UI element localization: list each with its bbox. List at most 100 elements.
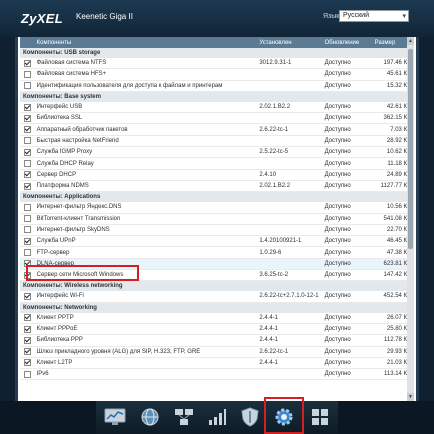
component-checkbox[interactable]	[24, 215, 31, 223]
scrollbar-thumb[interactable]	[408, 49, 413, 249]
component-status: Доступно	[321, 80, 372, 92]
component-row[interactable]: FTP-сервер 1.0.29-6 Доступно 47.38 КБ	[20, 246, 414, 259]
component-name: Быстрая настройка NetFriend	[33, 135, 257, 148]
component-row[interactable]: Интерфейс USB 2.02.1.B2.2 Доступно 42.61 КБ	[20, 101, 414, 114]
group-title: Компоненты: Base system	[20, 91, 414, 102]
component-row[interactable]: BitTorrent-клиент Transmission Доступно 54…	[20, 213, 414, 225]
component-version: 2.6.22-tc+2.7.1.0-12-1	[256, 291, 322, 303]
network-computers-icon[interactable]	[172, 405, 196, 429]
checkbox-cell	[20, 112, 34, 125]
component-checkbox[interactable]	[24, 82, 31, 90]
globe-icon[interactable]	[138, 405, 162, 429]
checkbox-cell	[20, 246, 34, 259]
component-checkbox[interactable]	[24, 126, 31, 134]
component-status: Доступно	[321, 101, 372, 114]
component-checkbox[interactable]	[24, 59, 31, 67]
checkbox-cell	[20, 123, 34, 136]
group-title: Компоненты: USB storage	[20, 48, 414, 58]
component-row[interactable]: Быстрая настройка NetFriend Доступно 28.92…	[20, 135, 414, 148]
component-checkbox[interactable]	[24, 314, 31, 322]
scroll-up-arrow-icon[interactable]: ▲	[407, 37, 414, 45]
component-row[interactable]: Сервер DHCP 2.4.10 Доступно 24.89 КБ	[20, 169, 414, 181]
component-name: Платформа NDMS	[33, 180, 257, 193]
checkbox-cell	[20, 58, 34, 70]
component-checkbox[interactable]	[24, 336, 31, 344]
component-status: Доступно	[321, 202, 372, 214]
checkbox-cell	[20, 101, 34, 114]
component-checkbox[interactable]	[24, 182, 31, 190]
component-checkbox[interactable]	[24, 226, 31, 234]
component-row[interactable]: Служба UPnP 1.4.20100921-1 Доступно 46.45 К…	[20, 235, 414, 248]
component-checkbox[interactable]	[24, 325, 31, 333]
group-header-row: Компоненты: USB storage	[20, 48, 414, 58]
component-checkbox[interactable]	[24, 137, 31, 145]
component-checkbox[interactable]	[24, 237, 31, 245]
component-checkbox[interactable]	[24, 249, 31, 257]
active-dock-highlight	[264, 397, 304, 434]
component-checkbox[interactable]	[24, 159, 31, 167]
component-row[interactable]: IPv6 Доступно 113.14 КБ	[20, 368, 414, 381]
component-name: Аппаратный обработчик пакетов	[33, 123, 257, 136]
monitor-graph-icon[interactable]	[103, 405, 127, 429]
component-row[interactable]: Платформа NDMS 2.02.1.B2.2 Доступно 1127.77…	[20, 180, 414, 193]
component-checkbox[interactable]	[24, 114, 31, 122]
components-panel: Компоненты Установлен Обновление Размер …	[18, 37, 416, 401]
group-header-row: Компоненты: Wireless networking	[20, 280, 414, 292]
model-name: Keenetic Giga II	[76, 12, 133, 21]
component-row[interactable]: Интерфейс Wi-Fi 2.6.22-tc+2.7.1.0-12-1 Дос…	[20, 291, 414, 303]
checkbox-cell	[20, 169, 34, 181]
component-checkbox[interactable]	[24, 359, 31, 367]
component-name: Интернет-фильтр SkyDNS	[33, 224, 257, 237]
component-version: 1.0.29-6	[256, 246, 322, 259]
component-row[interactable]: Аппаратный обработчик пакетов 2.6.22-tc-1…	[20, 123, 414, 136]
component-version: 2.5.22-tc-5	[256, 146, 322, 159]
component-name: Шлюз прикладного уровня (ALG) для SIP, H…	[33, 346, 257, 358]
component-row[interactable]: Библиотека PPP 2.4.4-1 Доступно 112.78 КБ	[20, 334, 414, 347]
component-row[interactable]: Файловая система NTFS 3012.9.31-1 Доступно…	[20, 58, 414, 70]
component-status: Доступно	[321, 135, 372, 148]
component-version: 2.4.4-1	[256, 334, 322, 347]
component-checkbox[interactable]	[24, 370, 31, 378]
shield-icon[interactable]	[238, 405, 262, 429]
component-row[interactable]: Служба IGMP Proxy 2.5.22-tc-5 Доступно 10.6…	[20, 146, 414, 159]
signal-bars-icon[interactable]	[205, 405, 229, 429]
component-row[interactable]: Шлюз прикладного уровня (ALG) для SIP, H…	[20, 346, 414, 358]
component-row[interactable]: Идентификация пользователя для доступа к…	[20, 80, 414, 92]
component-checkbox[interactable]	[24, 292, 31, 300]
component-status: Доступно	[321, 269, 372, 282]
component-row[interactable]: Интернет-фильтр Яндекс.DNS Доступно 10.56 …	[20, 202, 414, 214]
component-status: Доступно	[321, 357, 372, 370]
column-header-components: Компоненты	[33, 37, 257, 48]
component-row[interactable]: Клиент L2TP 2.4.4-1 Доступно 21.03 КБ	[20, 357, 414, 370]
grid-apps-icon[interactable]	[308, 405, 332, 429]
checkbox-cell	[20, 135, 34, 148]
component-name: FTP-сервер	[33, 246, 257, 259]
component-status: Доступно	[321, 58, 372, 70]
component-status: Доступно	[321, 123, 372, 136]
component-name: Служба DHCP Relay	[33, 157, 257, 170]
component-status: Доступно	[321, 258, 372, 271]
dlna-highlight-frame	[26, 265, 139, 281]
component-checkbox[interactable]	[24, 203, 31, 211]
component-row[interactable]: Служба DHCP Relay Доступно 11.18 КБ	[20, 157, 414, 170]
component-row[interactable]: Интернет-фильтр SkyDNS Доступно 22.70 КБ	[20, 224, 414, 237]
checkbox-cell	[20, 224, 34, 237]
component-checkbox[interactable]	[24, 70, 31, 78]
component-row[interactable]: Клиент PPPoE 2.4.4-1 Доступно 25.80 КБ	[20, 323, 414, 336]
scroll-down-arrow-icon[interactable]: ▼	[407, 393, 414, 401]
component-checkbox[interactable]	[24, 171, 31, 179]
group-title: Компоненты: Wireless networking	[20, 280, 414, 292]
component-checkbox[interactable]	[24, 103, 31, 111]
component-row[interactable]: Клиент PPTP 2.4.4-1 Доступно 26.07 КБ	[20, 312, 414, 324]
component-version: 2.4.4-1	[256, 357, 322, 370]
component-row[interactable]: Файловая система HFS+ Доступно 45.61 КБ	[20, 68, 414, 81]
component-checkbox[interactable]	[24, 348, 31, 356]
column-header-update: Обновление	[321, 37, 372, 48]
header-checkbox-cell	[20, 37, 34, 48]
top-header: ZyXEL Keenetic Giga II Язык: Русский ▾	[0, 0, 434, 37]
component-row[interactable]: Библиотека SSL Доступно 362.15 КБ	[20, 112, 414, 125]
language-select[interactable]: Русский ▾	[339, 10, 409, 22]
scrollbar[interactable]: ▲ ▼	[407, 37, 414, 401]
component-checkbox[interactable]	[24, 148, 31, 156]
component-name: Клиент PPPoE	[33, 323, 257, 336]
